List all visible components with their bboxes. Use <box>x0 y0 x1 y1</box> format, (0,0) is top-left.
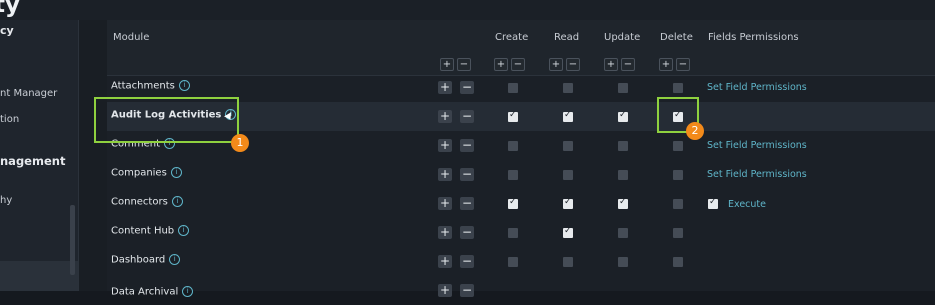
sidebar-item-hy[interactable]: hy <box>0 195 12 206</box>
row-minus-button[interactable]: − <box>460 139 474 152</box>
info-icon[interactable]: i <box>178 225 190 236</box>
execute-label[interactable]: Execute <box>728 199 766 210</box>
header-delete-plus-button[interactable]: + <box>659 58 673 71</box>
row-minus-button[interactable]: − <box>460 197 474 210</box>
set-field-permissions-link[interactable]: Set Field Permissions <box>707 169 807 180</box>
row-plus-button[interactable]: + <box>438 139 452 152</box>
permissions-table: Module Create Read Update Delete Fields … <box>107 20 935 298</box>
delete-checkbox[interactable] <box>673 228 683 238</box>
module-name: Connectors i <box>111 196 183 208</box>
update-checkbox[interactable] <box>618 257 628 267</box>
delete-checkbox[interactable] <box>673 170 683 180</box>
table-row: Content Hub i + − <box>107 218 935 247</box>
row-plus-button[interactable]: + <box>438 197 452 210</box>
update-checkbox[interactable] <box>618 83 628 93</box>
delete-checkbox[interactable] <box>673 141 683 151</box>
app-title: ty <box>0 0 20 18</box>
info-icon[interactable]: i <box>171 196 183 207</box>
create-checkbox[interactable] <box>508 141 518 151</box>
sidebar: cy nt Manager tion nagement hy <box>0 20 79 291</box>
create-checkbox[interactable] <box>508 228 518 238</box>
row-minus-button[interactable]: − <box>460 81 474 94</box>
set-field-permissions-link[interactable]: Set Field Permissions <box>707 82 807 93</box>
table-row: Connectorsi + − Execute <box>107 189 935 218</box>
create-checkbox[interactable] <box>508 83 518 93</box>
read-checkbox[interactable] <box>563 257 573 267</box>
read-checkbox[interactable] <box>563 141 573 151</box>
header-read-minus-button[interactable]: − <box>566 58 580 71</box>
header-module: Module <box>113 32 150 43</box>
header-update-minus-button[interactable]: − <box>621 58 635 71</box>
highlight-box-module <box>94 97 239 143</box>
create-checkbox[interactable] <box>508 257 518 267</box>
row-plus-button[interactable]: + <box>438 255 452 268</box>
row-plus-button[interactable]: + <box>438 226 452 239</box>
module-name: Attachments i <box>111 80 190 92</box>
table-row: Dashboard i + − <box>107 247 935 276</box>
sidebar-item-management[interactable]: nagement <box>0 154 65 168</box>
read-checkbox[interactable] <box>563 197 573 209</box>
read-checkbox[interactable] <box>563 83 573 93</box>
sidebar-item-manager[interactable]: nt Manager <box>0 88 57 99</box>
read-checkbox[interactable] <box>563 110 573 122</box>
header-fields-permissions: Fields Permissions <box>708 32 799 43</box>
row-minus-button[interactable]: − <box>460 168 474 181</box>
row-plus-button[interactable]: + <box>438 81 452 94</box>
info-icon[interactable]: i <box>182 286 194 297</box>
content-gutter <box>79 20 107 291</box>
row-minus-button[interactable]: − <box>460 255 474 268</box>
header-update-plus-button[interactable]: + <box>604 58 618 71</box>
step-badge-1: 1 <box>231 134 249 152</box>
header-delete: Delete <box>660 32 693 43</box>
info-icon[interactable]: i <box>170 167 182 178</box>
header-module-minus-button[interactable]: − <box>457 58 471 71</box>
sidebar-active-item[interactable] <box>0 261 78 291</box>
header-read-plus-button[interactable]: + <box>549 58 563 71</box>
update-checkbox[interactable] <box>618 197 628 209</box>
header-create-minus-button[interactable]: − <box>511 58 525 71</box>
info-icon[interactable]: i <box>178 80 190 91</box>
row-plus-button[interactable]: + <box>438 168 452 181</box>
read-checkbox[interactable] <box>563 170 573 180</box>
header-read: Read <box>554 32 580 43</box>
step-badge-2: 2 <box>686 122 704 140</box>
create-checkbox[interactable] <box>508 197 518 209</box>
table-row: Companies i + − Set Field Permissions <box>107 160 935 189</box>
set-field-permissions-link[interactable]: Set Field Permissions <box>707 140 807 151</box>
sidebar-item-cy[interactable]: cy <box>0 24 14 37</box>
sidebar-scrollbar[interactable] <box>70 205 75 275</box>
module-name: Companies i <box>111 167 182 179</box>
read-checkbox[interactable] <box>563 226 573 238</box>
header-create-plus-button[interactable]: + <box>494 58 508 71</box>
update-checkbox[interactable] <box>618 228 628 238</box>
create-checkbox[interactable] <box>508 170 518 180</box>
header-delete-minus-button[interactable]: − <box>676 58 690 71</box>
module-name: Data Archival i <box>111 286 194 298</box>
header-create: Create <box>495 32 529 43</box>
top-bar <box>0 0 935 20</box>
execute-checkbox[interactable] <box>708 197 718 209</box>
delete-checkbox[interactable] <box>673 83 683 93</box>
row-plus-button[interactable]: + <box>438 110 452 123</box>
header-module-plus-button[interactable]: + <box>440 58 454 71</box>
module-name: Dashboard i <box>111 254 181 266</box>
create-checkbox[interactable] <box>508 110 518 122</box>
row-minus-button[interactable]: − <box>460 110 474 123</box>
delete-checkbox[interactable] <box>673 199 683 209</box>
sidebar-item-tion[interactable]: tion <box>0 114 19 125</box>
info-icon[interactable]: i <box>169 254 181 265</box>
update-checkbox[interactable] <box>618 141 628 151</box>
row-minus-button[interactable]: − <box>460 226 474 239</box>
update-checkbox[interactable] <box>618 170 628 180</box>
module-name: Content Hub i <box>111 225 190 237</box>
delete-checkbox[interactable] <box>673 257 683 267</box>
table-header: Module Create Read Update Delete Fields … <box>107 20 935 76</box>
update-checkbox[interactable] <box>618 110 628 122</box>
header-update: Update <box>604 32 641 43</box>
